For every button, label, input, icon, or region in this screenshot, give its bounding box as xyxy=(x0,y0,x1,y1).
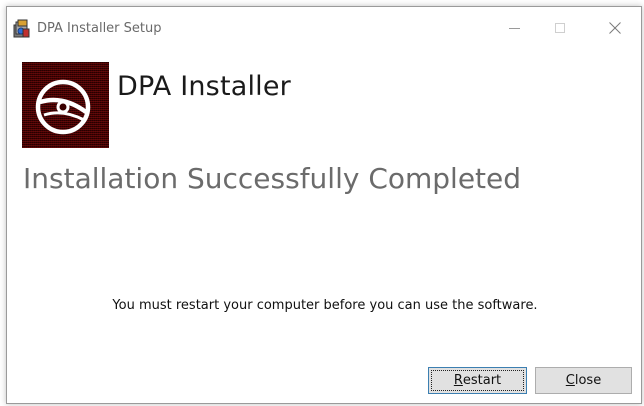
close-button[interactable]: Close xyxy=(535,367,632,394)
status-heading: Installation Successfully Completed xyxy=(23,162,522,195)
restart-message: You must restart your computer before yo… xyxy=(112,298,538,313)
restart-mnemonic: R xyxy=(453,373,463,388)
close-mnemonic: C xyxy=(565,373,575,388)
disc-logo-icon xyxy=(22,62,109,148)
window-title: DPA Installer Setup xyxy=(37,21,162,36)
installer-window: DPA Installer Setup DPA Installer Instal… xyxy=(6,6,642,404)
maximize-button[interactable] xyxy=(537,7,583,49)
maximize-icon xyxy=(555,23,565,33)
minimize-button[interactable] xyxy=(491,7,537,49)
close-window-button[interactable] xyxy=(592,7,638,49)
close-label-rest: lose xyxy=(574,373,602,388)
minimize-icon xyxy=(508,27,520,29)
product-name: DPA Installer xyxy=(117,71,291,102)
restart-label-rest: estart xyxy=(462,373,502,388)
installer-icon xyxy=(11,19,31,39)
restart-button[interactable]: Restart xyxy=(428,367,527,394)
close-icon xyxy=(609,22,621,34)
title-bar[interactable]: DPA Installer Setup xyxy=(7,7,641,49)
